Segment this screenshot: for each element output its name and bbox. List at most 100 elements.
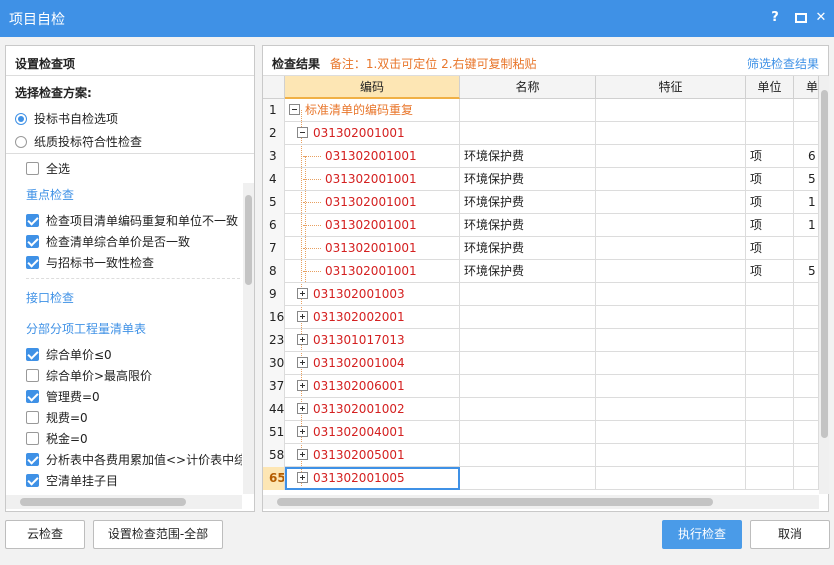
code-cell[interactable]: 031302001004	[285, 352, 460, 375]
check-item[interactable]: 检查项目清单编码重复和单位不一致	[26, 210, 238, 230]
name-cell[interactable]	[460, 283, 596, 306]
table-row[interactable]: 4 031302001001 环境保护费 项 5	[263, 168, 819, 191]
check-item[interactable]: 税金=0	[26, 428, 88, 448]
feature-cell[interactable]	[596, 99, 746, 122]
partial-cell[interactable]	[794, 306, 819, 329]
expand-icon[interactable]	[297, 311, 308, 322]
code-cell[interactable]: 031302001005	[285, 467, 460, 490]
checkbox-checked-icon[interactable]	[26, 347, 39, 361]
unit-cell[interactable]	[746, 398, 794, 421]
code-cell[interactable]: 031302002001	[285, 306, 460, 329]
name-cell[interactable]: 环境保护费	[460, 214, 596, 237]
name-cell[interactable]	[460, 467, 596, 490]
checkbox-icon[interactable]	[26, 161, 39, 175]
partial-cell[interactable]: 1	[794, 214, 819, 237]
name-cell[interactable]	[460, 306, 596, 329]
left-vertical-scrollbar[interactable]	[243, 183, 254, 494]
table-row[interactable]: 30 031302001004	[263, 352, 819, 375]
unit-cell[interactable]	[746, 283, 794, 306]
code-cell[interactable]: 031302001001	[285, 145, 460, 168]
partial-cell[interactable]	[794, 467, 819, 490]
unit-cell[interactable]	[746, 375, 794, 398]
partial-cell[interactable]	[794, 329, 819, 352]
help-icon[interactable]: ?	[766, 9, 784, 27]
checkbox-checked-icon[interactable]	[26, 255, 39, 269]
table-row[interactable]: 65 031302001005	[263, 467, 819, 490]
name-cell[interactable]	[460, 398, 596, 421]
code-cell[interactable]: 031302001001	[285, 168, 460, 191]
table-row[interactable]: 1 标准清单的编码重复	[263, 99, 819, 122]
table-row[interactable]: 51 031302004001	[263, 421, 819, 444]
name-cell[interactable]	[460, 352, 596, 375]
code-cell[interactable]: 031301017013	[285, 329, 460, 352]
feature-cell[interactable]	[596, 444, 746, 467]
feature-cell[interactable]	[596, 145, 746, 168]
unit-cell[interactable]: 项	[746, 191, 794, 214]
checkbox-icon[interactable]	[26, 431, 39, 445]
checkbox-checked-icon[interactable]	[26, 234, 39, 248]
checkbox-icon[interactable]	[26, 410, 39, 424]
feature-cell[interactable]	[596, 237, 746, 260]
feature-cell[interactable]	[596, 122, 746, 145]
scrollbar-thumb[interactable]	[821, 90, 828, 438]
unit-cell[interactable]: 项	[746, 260, 794, 283]
code-cell[interactable]: 031302001003	[285, 283, 460, 306]
checkbox-checked-icon[interactable]	[26, 473, 39, 487]
expand-icon[interactable]	[297, 426, 308, 437]
feature-cell[interactable]	[596, 375, 746, 398]
collapse-icon[interactable]	[289, 104, 300, 115]
expand-icon[interactable]	[297, 334, 308, 345]
column-header-partial[interactable]: 单	[794, 76, 819, 99]
name-cell[interactable]: 环境保护费	[460, 191, 596, 214]
code-cell[interactable]: 031302005001	[285, 444, 460, 467]
column-header-name[interactable]: 名称	[460, 76, 596, 99]
check-item[interactable]: 规费=0	[26, 407, 88, 427]
check-item[interactable]: 综合单价>最高限价	[26, 365, 152, 385]
expand-icon[interactable]	[297, 357, 308, 368]
name-cell[interactable]: 环境保护费	[460, 145, 596, 168]
column-header-unit[interactable]: 单位	[746, 76, 794, 99]
select-all-checkbox[interactable]: 全选	[26, 158, 70, 178]
set-check-range-button[interactable]: 设置检查范围-全部	[93, 520, 223, 549]
table-row[interactable]: 8 031302001001 环境保护费 项 5	[263, 260, 819, 283]
unit-cell[interactable]	[746, 329, 794, 352]
code-cell[interactable]: 031302001002	[285, 398, 460, 421]
feature-cell[interactable]	[596, 283, 746, 306]
radio-selected-icon[interactable]	[15, 112, 27, 125]
table-row[interactable]: 16 031302002001	[263, 306, 819, 329]
partial-cell[interactable]	[794, 122, 819, 145]
check-item[interactable]: 检查清单综合单价是否一致	[26, 231, 190, 251]
partial-cell[interactable]: 6	[794, 145, 819, 168]
column-header-code[interactable]: 编码	[285, 76, 460, 99]
name-cell[interactable]: 环境保护费	[460, 168, 596, 191]
partial-cell[interactable]: 1	[794, 191, 819, 214]
table-row[interactable]: 3 031302001001 环境保护费 项 6	[263, 145, 819, 168]
name-cell[interactable]	[460, 122, 596, 145]
unit-cell[interactable]	[746, 467, 794, 490]
feature-cell[interactable]	[596, 191, 746, 214]
scheme-option-bid-self-check[interactable]: 投标书自检选项	[15, 107, 245, 130]
partial-cell[interactable]	[794, 352, 819, 375]
unit-cell[interactable]: 项	[746, 168, 794, 191]
code-cell[interactable]: 031302001001	[285, 237, 460, 260]
name-cell[interactable]	[460, 99, 596, 122]
partial-cell[interactable]	[794, 99, 819, 122]
expand-icon[interactable]	[297, 288, 308, 299]
checkbox-checked-icon[interactable]	[26, 213, 39, 227]
code-cell[interactable]: 标准清单的编码重复	[285, 99, 460, 122]
expand-icon[interactable]	[297, 380, 308, 391]
feature-cell[interactable]	[596, 398, 746, 421]
cancel-button[interactable]: 取消	[750, 520, 830, 549]
expand-icon[interactable]	[297, 403, 308, 414]
name-cell[interactable]	[460, 375, 596, 398]
name-cell[interactable]: 环境保护费	[460, 237, 596, 260]
check-item[interactable]: 与招标书一致性检查	[26, 252, 154, 272]
left-horizontal-scrollbar[interactable]	[6, 495, 242, 509]
table-row[interactable]: 58 031302005001	[263, 444, 819, 467]
code-cell[interactable]: 031302001001	[285, 214, 460, 237]
feature-cell[interactable]	[596, 306, 746, 329]
partial-cell[interactable]	[794, 398, 819, 421]
run-check-button[interactable]: 执行检查	[662, 520, 742, 549]
code-cell[interactable]: 031302004001	[285, 421, 460, 444]
code-cell[interactable]: 031302001001	[285, 191, 460, 214]
